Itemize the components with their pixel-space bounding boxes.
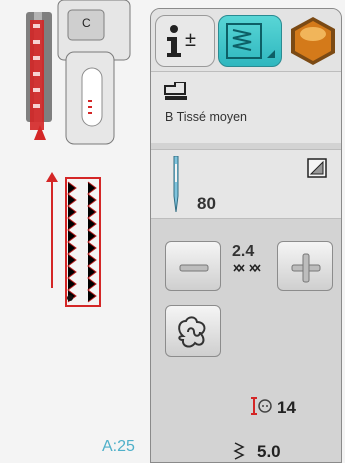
- pattern-sequence-button[interactable]: [165, 305, 221, 357]
- stitch-density-value: 14: [277, 398, 296, 417]
- tab-stitch-settings[interactable]: [218, 15, 282, 67]
- pattern-sequence-icon: [178, 316, 206, 348]
- minus-icon: [179, 264, 209, 272]
- fabric-section: B Tissé moyen: [151, 71, 341, 143]
- needle-option-icon[interactable]: [307, 158, 327, 178]
- stitch-length-value: 5.0: [257, 442, 281, 461]
- stitch-length-icon: [233, 442, 245, 460]
- stitch-count-label: A:25: [102, 438, 135, 455]
- presser-foot-icon: [164, 82, 187, 100]
- plus-icon: [291, 253, 321, 283]
- orange-hexagon-icon: [291, 17, 335, 65]
- fabric-label: B Tissé moyen: [165, 110, 247, 124]
- needle-size-value: 80: [197, 194, 216, 213]
- tab-info[interactable]: ±: [155, 15, 215, 67]
- svg-text:±: ±: [185, 29, 196, 51]
- stitch-preview-panel: C A:25: [0, 0, 150, 463]
- stitch-settings-icon: [226, 23, 275, 59]
- sewing-screen: C A:25 ± B Tissé moyen 80 2.4 14 5.0: [0, 0, 345, 463]
- needle-icon: [173, 156, 179, 213]
- info-plus-icon: ±: [167, 25, 196, 57]
- presser-foot-icon: C: [26, 0, 131, 145]
- needle-section: 80: [151, 149, 341, 219]
- buttonhole-stitch-preview: [46, 172, 101, 307]
- tab-bar: ±: [151, 9, 341, 71]
- minus-button[interactable]: [165, 241, 221, 291]
- stitch-width-value: 2.4: [232, 243, 255, 260]
- stitch-density-icon: [251, 397, 272, 415]
- settings-panel: ± B Tissé moyen 80 2.4 14 5.0: [150, 8, 342, 463]
- tab-color-settings[interactable]: [285, 15, 341, 67]
- svg-text:C: C: [82, 16, 91, 30]
- controls-section: 2.4 14 5.0: [151, 223, 341, 462]
- stitch-width-icon: [233, 263, 261, 273]
- plus-button[interactable]: [277, 241, 333, 291]
